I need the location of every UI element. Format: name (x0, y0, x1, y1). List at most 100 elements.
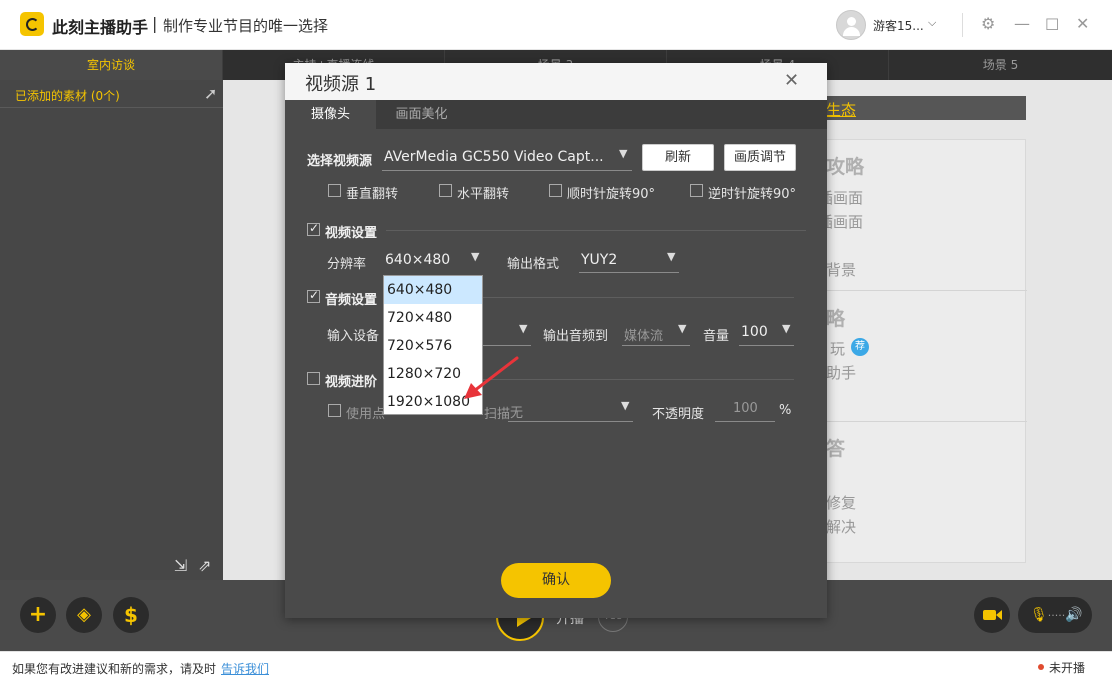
scan-label: 扫描 (484, 407, 511, 422)
output-format-underline (579, 272, 679, 273)
tab-scene-1[interactable]: 室内访谈 (0, 50, 223, 80)
tab-scene-5[interactable]: 场景 5 (889, 50, 1112, 80)
video-settings-label: 视频设置 (325, 226, 378, 241)
import-icon[interactable]: ⇲ (174, 556, 187, 575)
output-audio-select[interactable]: 媒体流 (624, 325, 674, 344)
resolution-option[interactable]: 640×480 (384, 276, 482, 304)
title-separator: | (152, 14, 158, 33)
output-format-label: 输出格式 (507, 257, 560, 272)
minimize-icon[interactable]: — (1014, 14, 1030, 34)
audio-settings-checkbox[interactable] (307, 288, 320, 303)
video-advanced-checkbox[interactable] (307, 372, 320, 385)
opacity-input[interactable]: 100 (733, 401, 773, 416)
output-audio-label: 输出音频到 (543, 329, 609, 344)
feedback-link[interactable]: 告诉我们 (221, 660, 269, 677)
opacity-label: 不透明度 (652, 407, 705, 422)
volume-select[interactable]: 100 (741, 324, 781, 340)
confirm-button[interactable]: 确认 (501, 563, 611, 598)
output-format-select[interactable]: YUY2 (581, 252, 661, 268)
opacity-unit: % (779, 403, 792, 418)
dialog-title: 视频源 1 (305, 74, 377, 95)
add-icon[interactable]: + (20, 597, 56, 633)
flip-horizontal-checkbox[interactable] (439, 184, 452, 197)
section-divider (483, 297, 794, 298)
maximize-icon[interactable]: ☐ (1045, 15, 1059, 35)
username[interactable]: 游客15... (873, 17, 924, 34)
rotate-ccw-label: 逆时针旋转90° (708, 187, 797, 202)
user-menu-chevron-down-icon[interactable]: ⌵ (928, 16, 936, 30)
live-status: 未开播 (1049, 661, 1086, 675)
info-divider (821, 421, 1027, 422)
titlebar-divider (962, 13, 963, 37)
info-heading: 略 (826, 308, 846, 330)
microphone-icon[interactable]: 🎙 (1030, 607, 1048, 623)
output-audio-underline (622, 345, 690, 346)
info-heading: 答 (826, 438, 846, 460)
refresh-button[interactable]: 刷新 (642, 144, 714, 171)
audio-control[interactable]: 🎙·····🔊 (1018, 597, 1092, 633)
close-icon[interactable]: ✕ (1076, 14, 1089, 34)
materials-panel: 已添加的素材 (0个) ➚ ⇲ ⇗ (0, 80, 223, 580)
info-line: 解决 (826, 518, 857, 536)
tab-camera[interactable]: 摄像头 (285, 100, 376, 129)
dollar-icon[interactable]: $ (113, 597, 149, 633)
resolution-label: 分辨率 (327, 257, 367, 272)
live-status-dot (1038, 664, 1044, 670)
info-line: 修复 (826, 494, 857, 512)
opacity-underline (715, 421, 775, 422)
gear-icon[interactable]: ⚙ (981, 14, 995, 34)
input-device-chevron-down-icon[interactable]: ▼ (519, 322, 527, 335)
app-slogan: 制作专业节目的唯一选择 (163, 17, 329, 35)
input-device-label: 输入设备 (327, 329, 380, 344)
section-divider (483, 379, 794, 380)
video-settings-checkbox[interactable] (307, 221, 320, 236)
status-bar: 如果您有改进建议和新的需求，请及时 告诉我们 未开播 (0, 651, 1112, 681)
tab-beautify[interactable]: 画面美化 (376, 100, 467, 129)
export-icon[interactable]: ⇗ (198, 556, 211, 575)
title-bar: 此刻主播助手 | 制作专业节目的唯一选择 游客15... ⌵ ⚙ — ☐ ✕ (0, 0, 1112, 50)
info-line: 玩 (830, 340, 846, 358)
use-checkbox[interactable] (328, 404, 341, 417)
resolution-option[interactable]: 720×480 (384, 304, 482, 332)
speaker-icon[interactable]: 🔊 (1065, 607, 1082, 623)
recommend-badge: 荐 (851, 338, 869, 356)
source-chevron-down-icon[interactable]: ▼ (619, 147, 627, 160)
layers-icon[interactable]: ◈ (66, 597, 102, 633)
rotate-cw-label: 顺时针旋转90° (567, 187, 656, 202)
feedback-text: 如果您有改进建议和新的需求，请及时 (12, 662, 217, 676)
resolution-select[interactable]: 640×480 (385, 252, 465, 268)
volume-underline (739, 345, 794, 346)
input-device-underline (483, 345, 531, 346)
source-select[interactable]: AVerMedia GC550 Video Capt... (384, 149, 614, 165)
flip-vertical-label: 垂直翻转 (346, 187, 399, 202)
flip-vertical-checkbox[interactable] (328, 184, 341, 197)
volume-chevron-down-icon[interactable]: ▼ (782, 322, 790, 335)
info-link[interactable]: 生态 (826, 99, 856, 120)
output-format-chevron-down-icon[interactable]: ▼ (667, 250, 675, 263)
quality-adjust-button[interactable]: 画质调节 (724, 144, 796, 171)
section-divider (386, 230, 806, 231)
info-line: 背景 (826, 261, 857, 279)
source-label: 选择视频源 (307, 154, 373, 169)
info-divider (821, 290, 1027, 291)
audio-settings-label: 音频设置 (325, 293, 378, 308)
expand-arrow-icon[interactable]: ➚ (204, 84, 217, 103)
rotate-ccw-checkbox[interactable] (690, 184, 703, 197)
app-name: 此刻主播助手 (52, 18, 149, 37)
rotate-cw-checkbox[interactable] (549, 184, 562, 197)
use-label: 使用点 (346, 407, 386, 422)
output-audio-chevron-down-icon[interactable]: ▼ (678, 322, 686, 335)
scan-select[interactable]: 无 (510, 402, 550, 421)
source-underline (382, 170, 632, 171)
dialog-close-icon[interactable]: ✕ (784, 70, 799, 91)
volume-label: 音量 (703, 329, 730, 344)
annotation-arrow-icon (464, 356, 519, 399)
annotation-arrow-shaft (472, 356, 519, 393)
app-logo-icon (20, 12, 44, 36)
flip-horizontal-label: 水平翻转 (457, 187, 510, 202)
materials-title: 已添加的素材 (0个) (15, 89, 120, 103)
camera-icon[interactable] (974, 597, 1010, 633)
scan-chevron-down-icon[interactable]: ▼ (621, 399, 629, 412)
user-avatar[interactable] (836, 10, 866, 40)
resolution-chevron-down-icon[interactable]: ▼ (471, 250, 479, 263)
